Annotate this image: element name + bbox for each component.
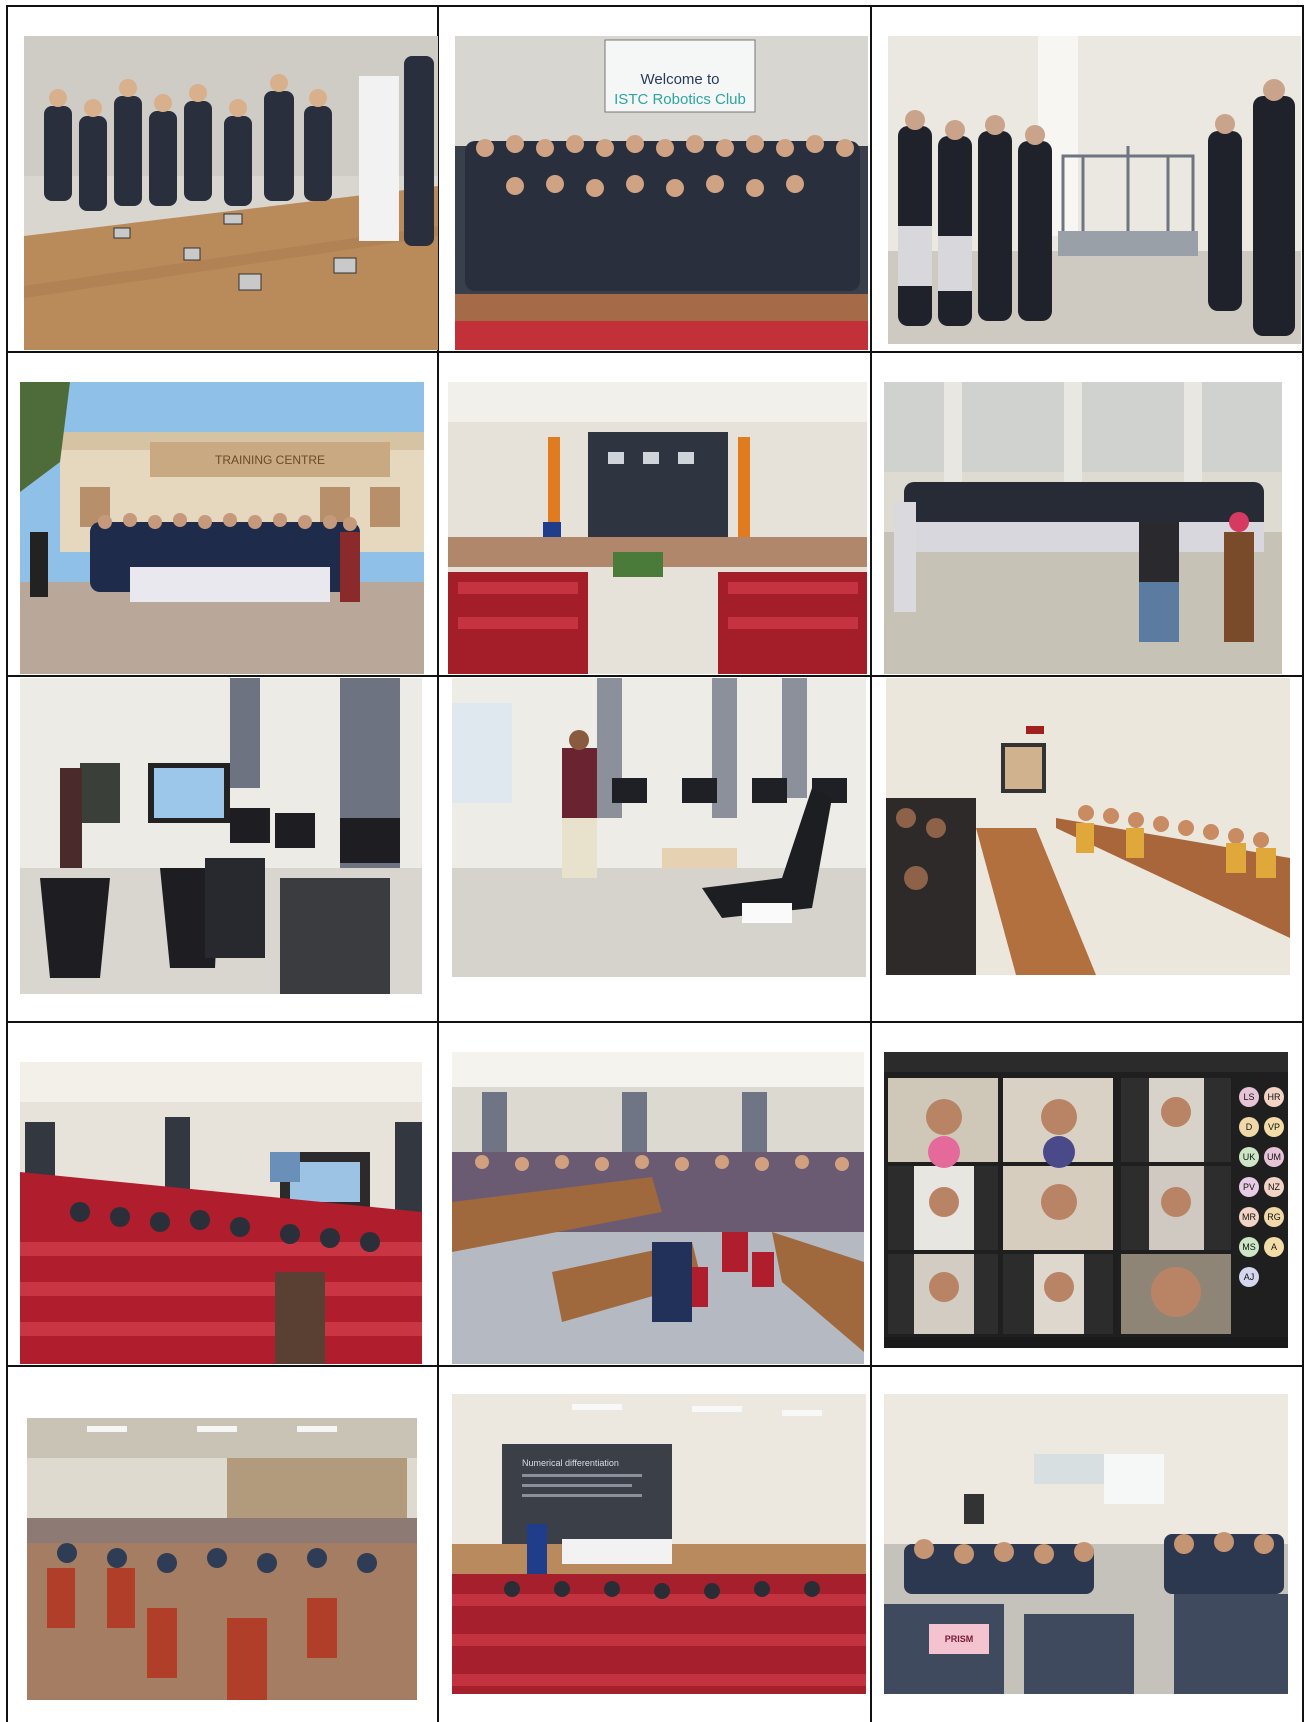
photo-classroom-session: PRISM	[884, 1394, 1288, 1694]
avatar: MS	[1242, 1242, 1256, 1252]
building-sign: TRAINING CENTRE	[215, 453, 325, 467]
grid-line	[7, 1021, 1304, 1023]
photo-lecture-room	[452, 678, 866, 977]
avatar: PV	[1243, 1182, 1255, 1192]
booklet-label: PRISM	[945, 1634, 974, 1644]
grid-line	[7, 351, 1304, 353]
grid-line	[7, 5, 1304, 7]
avatar: A	[1271, 1242, 1277, 1252]
avatar: D	[1246, 1122, 1253, 1132]
screen-text-line2: ISTC Robotics Club	[614, 91, 746, 108]
avatar: HR	[1268, 1092, 1281, 1102]
avatar: AJ	[1244, 1272, 1255, 1282]
photo-auditorium-stage	[448, 382, 867, 674]
photo-building-group: TRAINING CENTRE	[20, 382, 424, 674]
photo-seminar-hall	[452, 1052, 864, 1364]
grid-line	[870, 5, 872, 1722]
photo-auditorium-audience	[20, 1062, 422, 1364]
avatar: MR	[1242, 1212, 1256, 1222]
photo-lab-visit	[888, 36, 1301, 344]
grid-line	[7, 675, 1304, 677]
avatar: LS	[1243, 1092, 1254, 1102]
avatar: VP	[1268, 1122, 1280, 1132]
photo-conference-table	[886, 678, 1290, 975]
photo-computer-lab	[20, 678, 422, 994]
photo-robots-demo	[24, 36, 438, 350]
photo-robotics-club: Welcome to ISTC Robotics Club	[455, 36, 868, 350]
grid-line	[1302, 5, 1304, 1722]
grid-line	[7, 1365, 1304, 1367]
avatar: RG	[1267, 1212, 1281, 1222]
photo-presentation-hall: Numerical differentiation	[452, 1394, 866, 1694]
avatar: UK	[1243, 1152, 1256, 1162]
photo-online-meeting: LS HR D VP UK UM PV NZ MR RG MS A AJ	[884, 1052, 1288, 1348]
avatar: UM	[1267, 1152, 1281, 1162]
photo-hall-gathering	[884, 382, 1282, 674]
photo-grid: Welcome to ISTC Robotics Club TRAINING C…	[0, 0, 1306, 1722]
screen-text-line1: Welcome to	[641, 71, 720, 88]
slide-title: Numerical differentiation	[522, 1458, 619, 1468]
avatar: NZ	[1268, 1182, 1280, 1192]
grid-line	[6, 5, 8, 1722]
photo-workshop-hall	[27, 1418, 417, 1700]
